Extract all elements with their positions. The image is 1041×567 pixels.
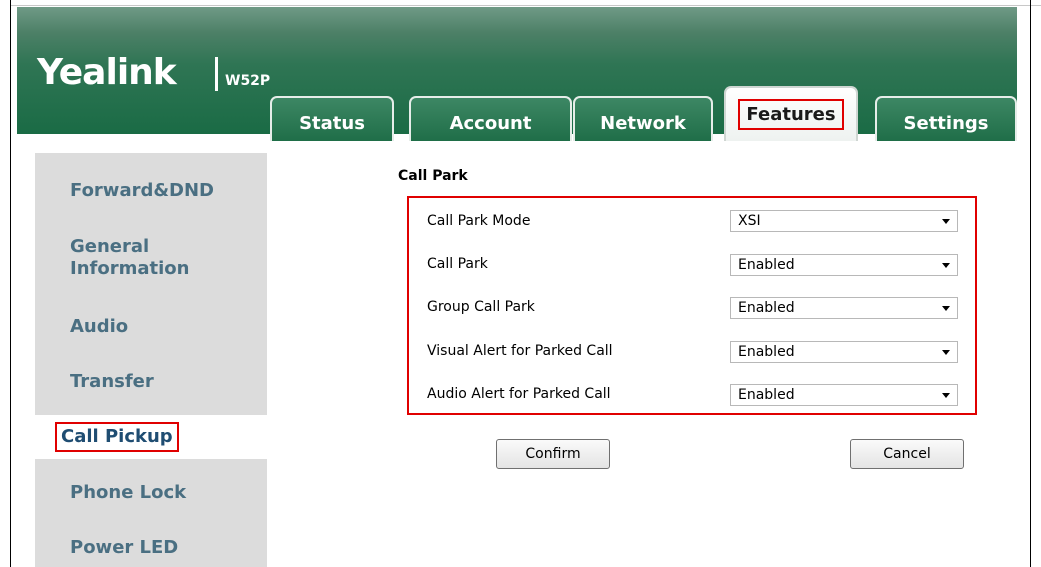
window-left-border — [10, 0, 11, 567]
dropdown-arrow-icon — [942, 263, 950, 268]
sidebar-item-call-pickup[interactable]: Call Pickup — [35, 415, 280, 459]
tab-features[interactable]: Features — [724, 86, 858, 141]
tab-settings[interactable]: Settings — [875, 96, 1017, 141]
cancel-button[interactable]: Cancel — [850, 439, 964, 469]
sidebar-item-forward-dnd[interactable]: Forward&DND — [35, 180, 267, 202]
visual-alert-label: Visual Alert for Parked Call — [427, 343, 613, 359]
tab-features-label: Features — [738, 99, 844, 130]
confirm-button[interactable]: Confirm — [496, 439, 610, 469]
yealink-logo: Yealink — [37, 52, 177, 93]
tab-status[interactable]: Status — [270, 96, 394, 141]
tab-network-label: Network — [600, 113, 686, 134]
sidebar-item-power-led[interactable]: Power LED — [35, 537, 267, 559]
tab-settings-label: Settings — [903, 113, 989, 134]
model-name: W52P — [225, 73, 271, 89]
dropdown-arrow-icon — [942, 219, 950, 224]
sidebar-item-label: Audio — [70, 316, 129, 337]
visual-alert-select[interactable]: Enabled — [730, 341, 958, 363]
audio-alert-label: Audio Alert for Parked Call — [427, 386, 611, 402]
sidebar-item-general-information[interactable]: General Information — [35, 236, 235, 280]
sidebar-item-transfer[interactable]: Transfer — [35, 371, 267, 393]
sidebar-item-label: General Information — [70, 236, 190, 279]
select-value: Enabled — [738, 257, 795, 273]
select-value: Enabled — [738, 387, 795, 403]
dropdown-arrow-icon — [942, 350, 950, 355]
sidebar-item-label: Phone Lock — [70, 482, 187, 503]
sidebar — [35, 153, 267, 567]
group-call-park-select[interactable]: Enabled — [730, 297, 958, 319]
sidebar-item-phone-lock[interactable]: Phone Lock — [35, 482, 267, 504]
select-value: XSI — [738, 213, 761, 229]
sidebar-item-label: Transfer — [70, 371, 154, 392]
tab-status-label: Status — [299, 113, 365, 134]
select-value: Enabled — [738, 344, 795, 360]
window-top-border — [10, 0, 1041, 6]
header-bar: Yealink W52P Status Account Network Feat… — [17, 7, 1017, 141]
audio-alert-select[interactable]: Enabled — [730, 384, 958, 406]
window-right-border — [1030, 0, 1031, 567]
select-value: Enabled — [738, 300, 795, 316]
call-park-select[interactable]: Enabled — [730, 254, 958, 276]
sidebar-item-label: Power LED — [70, 537, 179, 558]
logo-separator — [215, 57, 218, 91]
section-title: Call Park — [398, 168, 468, 184]
tab-network[interactable]: Network — [573, 96, 713, 141]
call-park-label: Call Park — [427, 256, 488, 272]
call-park-mode-label: Call Park Mode — [427, 213, 531, 229]
dropdown-arrow-icon — [942, 393, 950, 398]
sidebar-item-label: Forward&DND — [70, 180, 214, 201]
sidebar-item-audio[interactable]: Audio — [35, 316, 267, 338]
call-park-mode-select[interactable]: XSI — [730, 210, 958, 232]
dropdown-arrow-icon — [942, 306, 950, 311]
group-call-park-label: Group Call Park — [427, 299, 535, 315]
sidebar-item-label: Call Pickup — [55, 422, 179, 452]
tab-account-label: Account — [449, 113, 532, 134]
tab-account[interactable]: Account — [409, 96, 572, 141]
